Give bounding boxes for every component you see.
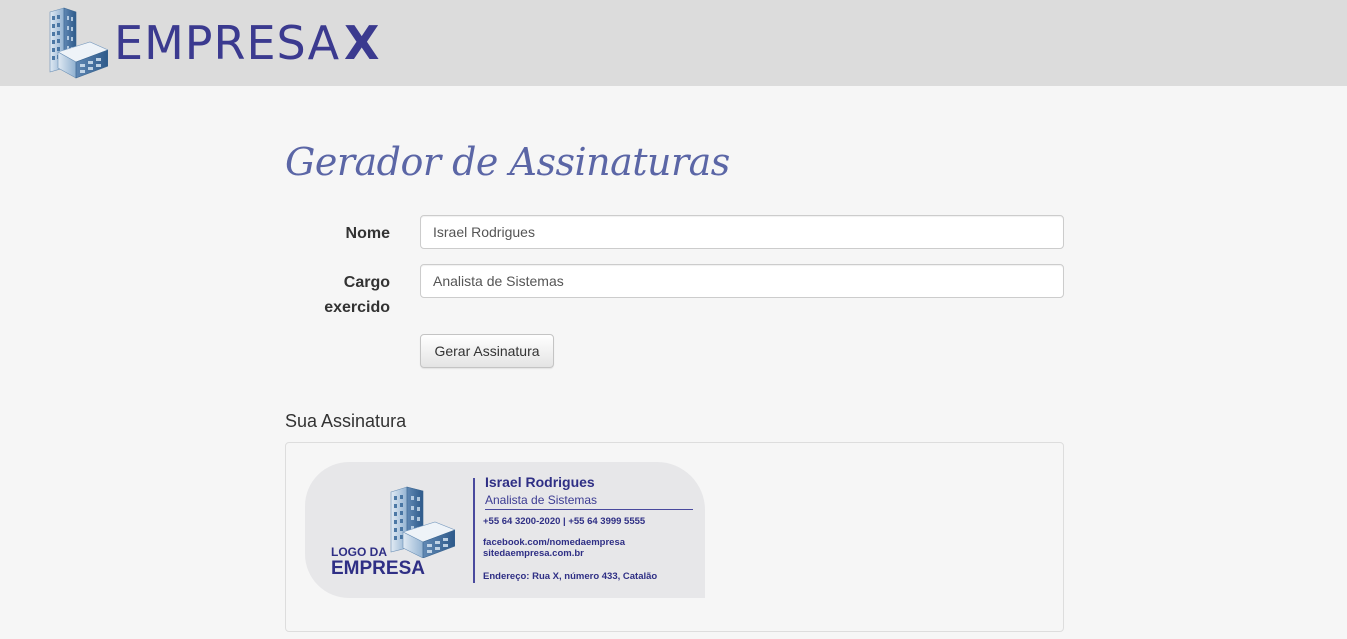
signature-address: Endereço: Rua X, número 433, Catalão bbox=[483, 571, 658, 582]
signature-preview: LOGO DA EMPRESA Israel Rodrigues Analist… bbox=[305, 462, 705, 598]
signature-divider bbox=[473, 478, 475, 583]
signature-rule bbox=[485, 509, 693, 510]
role-label-line1: Cargo bbox=[343, 274, 390, 291]
brand-name-suffix: X bbox=[344, 16, 381, 70]
name-label: Nome bbox=[345, 225, 390, 242]
role-label-line2: exercido bbox=[324, 299, 390, 316]
name-input[interactable] bbox=[420, 215, 1064, 249]
role-label: Cargo exercido bbox=[286, 270, 390, 320]
brand-logo[interactable]: EMPRESAX bbox=[46, 6, 381, 80]
brand-name-main: EMPRESA bbox=[114, 16, 341, 70]
company-logo-line1: LOGO DA bbox=[331, 545, 387, 559]
top-header-bar: EMPRESAX bbox=[0, 0, 1347, 86]
role-input[interactable] bbox=[420, 264, 1064, 298]
signature-name: Israel Rodrigues bbox=[485, 474, 595, 490]
building-icon bbox=[46, 6, 108, 80]
signature-facebook: facebook.com/nomedaempresa bbox=[483, 537, 626, 548]
signature-phones: +55 64 3200-2020 | +55 64 3999 5555 bbox=[483, 516, 646, 527]
signature-panel: LOGO DA EMPRESA Israel Rodrigues Analist… bbox=[285, 442, 1064, 632]
page-title: Gerador de Assinaturas bbox=[285, 140, 730, 184]
signature-section-title: Sua Assinatura bbox=[285, 411, 407, 431]
company-logo-line2: EMPRESA bbox=[331, 558, 425, 579]
signature-role: Analista de Sistemas bbox=[485, 493, 598, 507]
brand-name: EMPRESAX bbox=[114, 20, 381, 66]
signature-website: sitedaempresa.com.br bbox=[483, 548, 584, 559]
company-building-icon bbox=[389, 484, 456, 563]
generate-signature-button[interactable]: Gerar Assinatura bbox=[420, 334, 554, 368]
